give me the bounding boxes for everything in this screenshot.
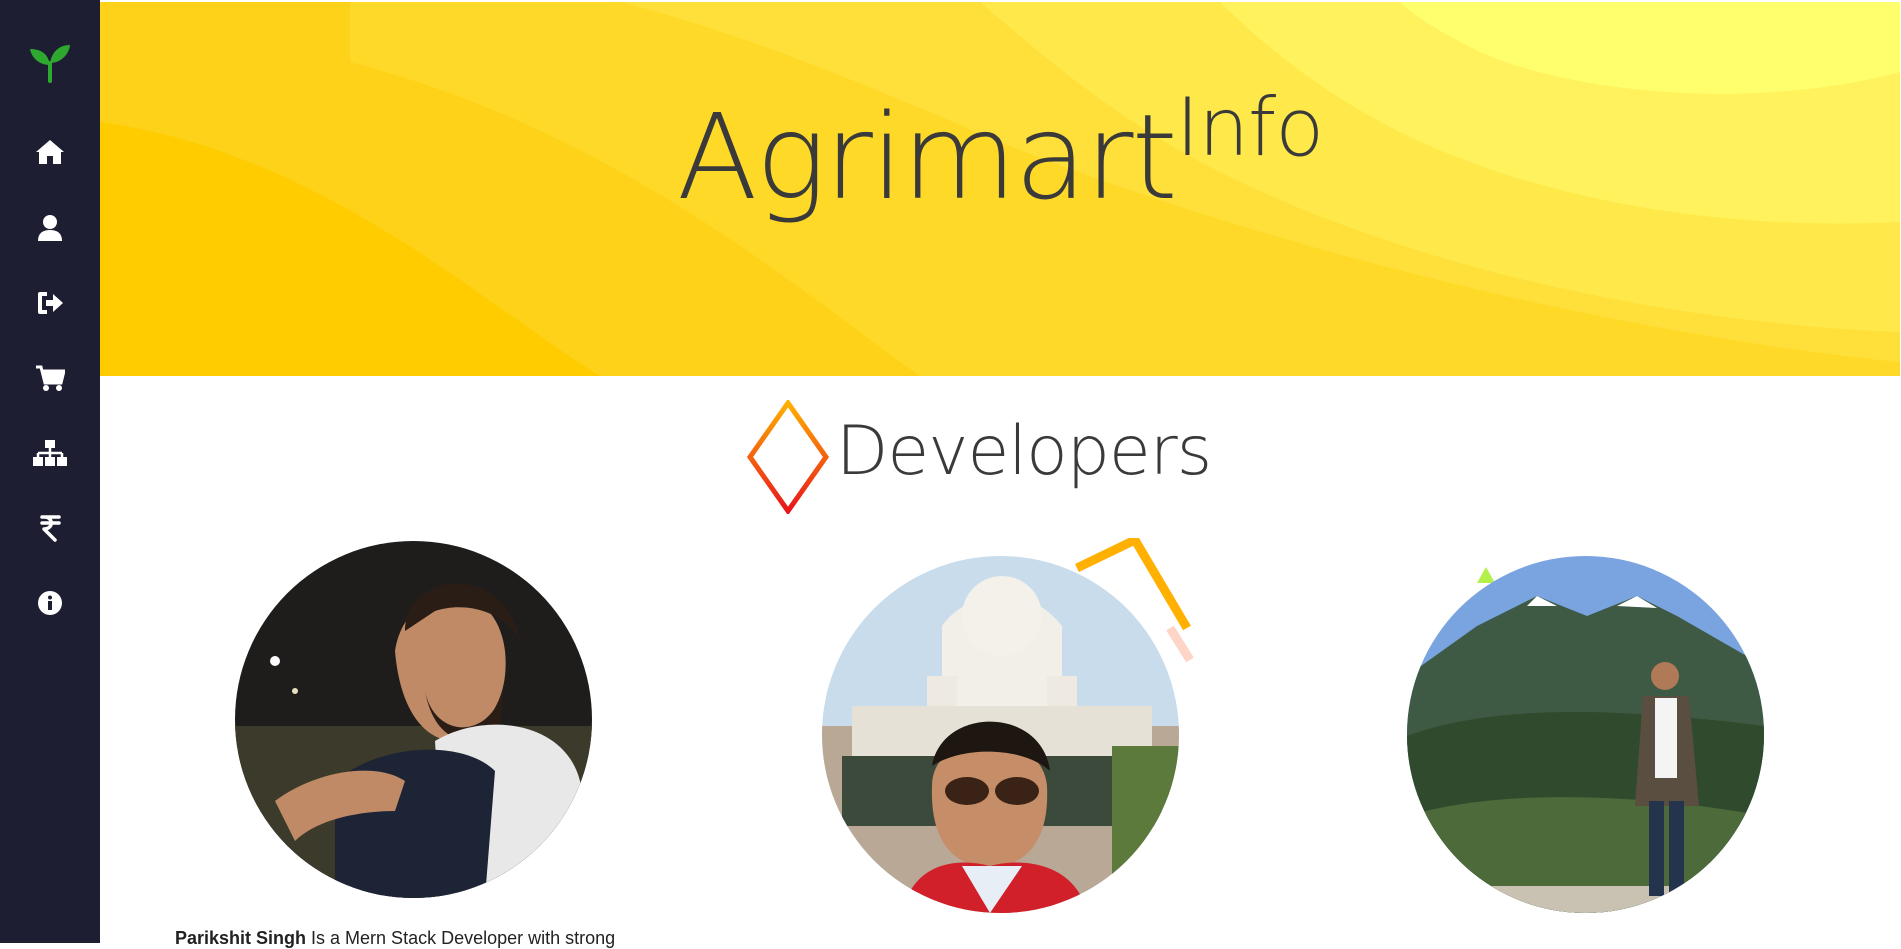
hero-title: AgrimartInfo: [100, 88, 1900, 217]
sitemap-icon[interactable]: [25, 428, 75, 478]
sign-out-icon[interactable]: [25, 278, 75, 328]
developer-avatar-3: [1407, 556, 1764, 913]
home-icon[interactable]: [25, 127, 75, 177]
developer-name-1: Parikshit Singh: [175, 928, 307, 948]
user-icon[interactable]: [25, 203, 75, 253]
sidebar: [0, 0, 100, 943]
hero-banner: AgrimartInfo: [100, 2, 1900, 376]
hero-title-main: Agrimart: [676, 88, 1178, 226]
developer-avatar-2: [822, 556, 1179, 913]
developer-bio-text-1: Is a Mern Stack Developer with strong: [306, 928, 616, 948]
hero-title-superscript: Info: [1175, 81, 1324, 174]
rupee-icon[interactable]: [25, 503, 75, 553]
developer-avatar-1: [235, 541, 592, 898]
info-icon[interactable]: [25, 578, 75, 628]
diamond-icon: [746, 400, 830, 514]
sprout-logo-icon[interactable]: [25, 38, 75, 88]
shopping-cart-icon[interactable]: [25, 353, 75, 403]
developers-title: Developers: [836, 412, 1212, 491]
developer-bio-1: Parikshit Singh Is a Mern Stack Develope…: [175, 928, 615, 949]
developers-heading: Developers: [740, 398, 1240, 518]
